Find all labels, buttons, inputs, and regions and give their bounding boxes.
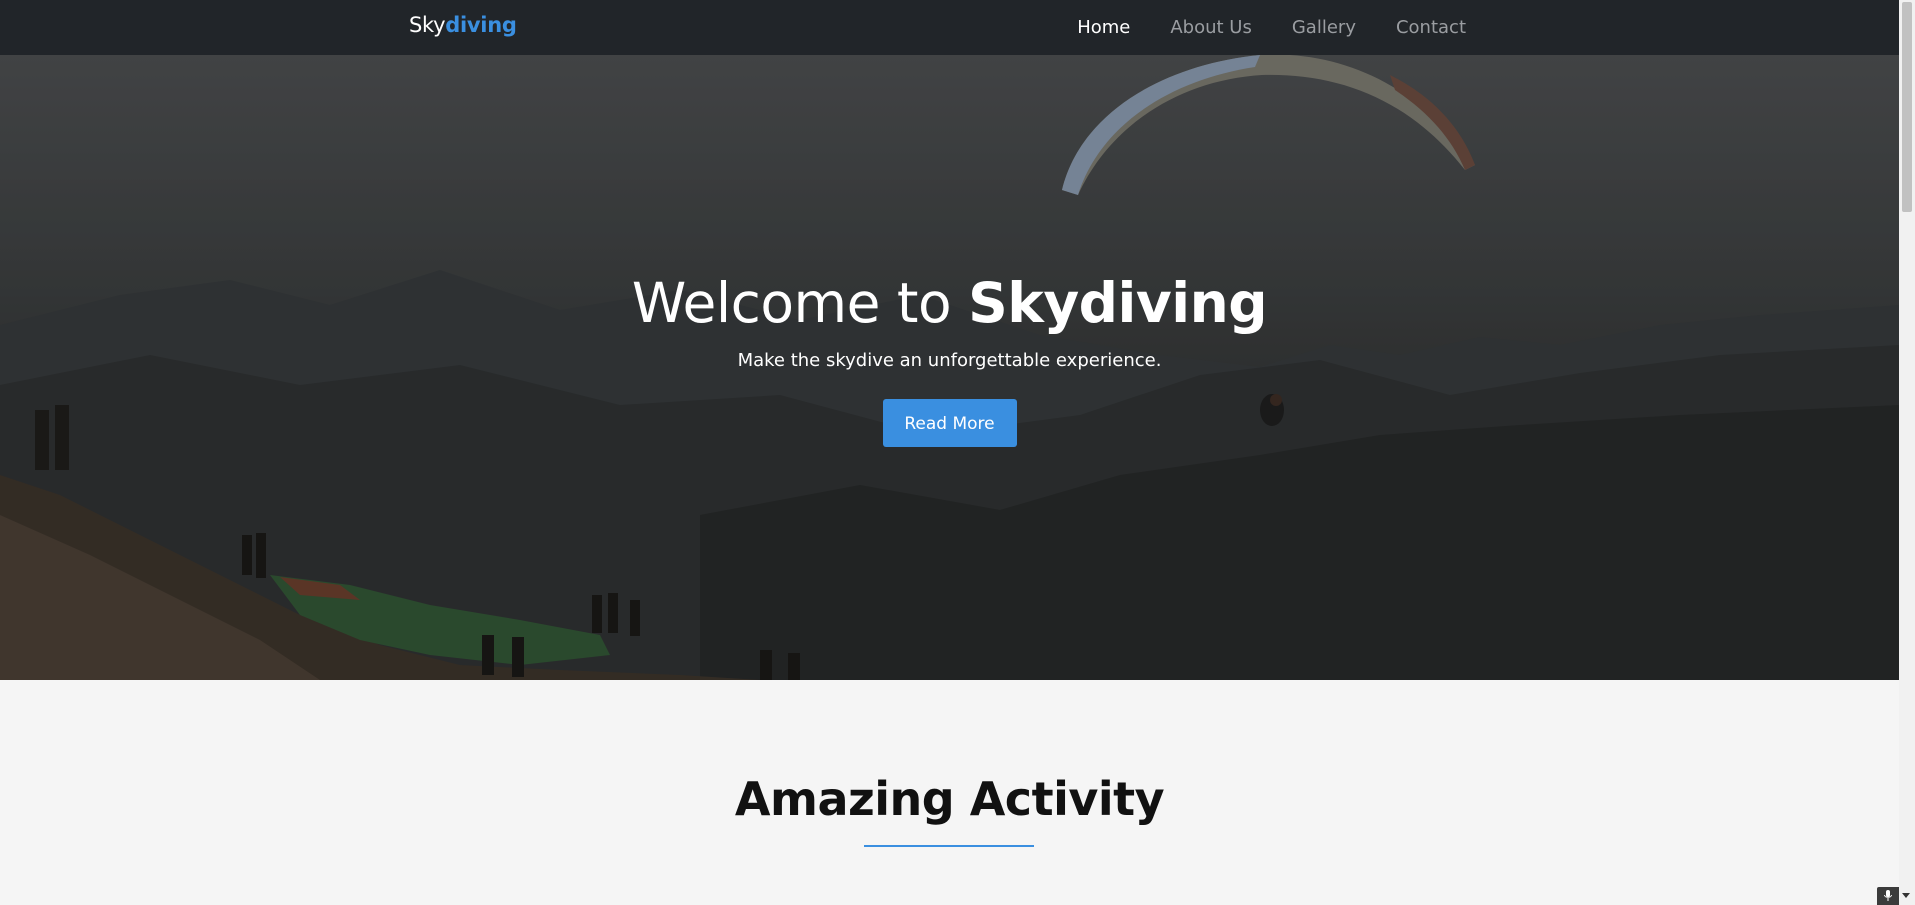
microphone-icon[interactable] bbox=[1877, 887, 1899, 905]
nav-link-about-us[interactable]: About Us bbox=[1170, 17, 1252, 38]
nav-link-gallery[interactable]: Gallery bbox=[1292, 17, 1356, 38]
navbar: Skydiving Home About Us Gallery Contact bbox=[0, 0, 1899, 55]
page-viewport: Skydiving Home About Us Gallery Contact bbox=[0, 0, 1899, 905]
brand-text-sky: Sky bbox=[409, 13, 446, 37]
brand-text-diving: diving bbox=[445, 13, 517, 37]
brand-logo[interactable]: Skydiving bbox=[409, 13, 517, 37]
hero-section: Welcome to Skydiving Make the skydive an… bbox=[0, 55, 1899, 680]
scrollbar-thumb[interactable] bbox=[1902, 2, 1912, 212]
nav-links: Home About Us Gallery Contact bbox=[1077, 0, 1466, 55]
hero-title-bold: Skydiving bbox=[968, 271, 1268, 335]
hero-subtitle: Make the skydive an unforgettable experi… bbox=[737, 349, 1162, 371]
nav-link-home[interactable]: Home bbox=[1077, 17, 1130, 38]
hero-title-normal: Welcome to bbox=[631, 271, 969, 335]
section-title: Amazing Activity bbox=[734, 772, 1165, 826]
hero-content: Welcome to Skydiving Make the skydive an… bbox=[0, 273, 1899, 447]
read-more-button[interactable]: Read More bbox=[882, 398, 1017, 447]
vertical-scrollbar[interactable] bbox=[1899, 0, 1915, 905]
section-title-underline bbox=[864, 845, 1034, 847]
chevron-down-icon[interactable] bbox=[1902, 893, 1910, 898]
nav-link-contact[interactable]: Contact bbox=[1396, 17, 1466, 38]
hero-title: Welcome to Skydiving bbox=[0, 273, 1899, 334]
